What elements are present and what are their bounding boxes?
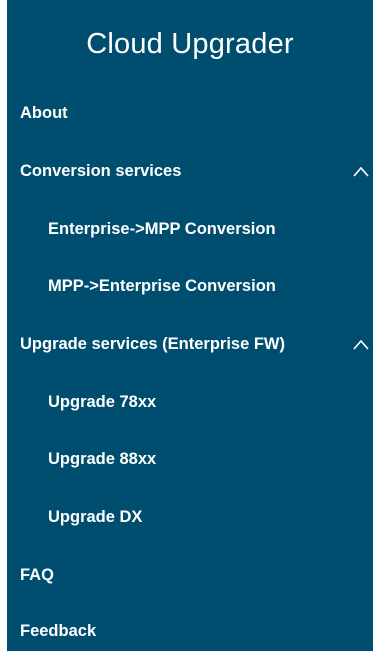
sidebar-item-enterprise-to-mpp[interactable]: Enterprise->MPP Conversion	[7, 207, 373, 251]
sidebar-item-upgrade-services[interactable]: Upgrade services (Enterprise FW)	[7, 322, 373, 366]
sidebar-item-label: Upgrade 78xx	[48, 392, 157, 411]
sidebar-item-upgrade-dx[interactable]: Upgrade DX	[7, 495, 373, 539]
sidebar-item-conversion-services[interactable]: Conversion services	[7, 149, 373, 193]
chevron-up-icon[interactable]	[352, 336, 370, 354]
sidebar-item-label: Enterprise->MPP Conversion	[48, 219, 276, 238]
sidebar-item-label: Upgrade services (Enterprise FW)	[20, 334, 285, 353]
sidebar-item-feedback[interactable]: Feedback	[7, 609, 373, 653]
sidebar-item-label: Upgrade 88xx	[48, 449, 157, 468]
app-title: Cloud Upgrader	[86, 28, 294, 60]
sidebar-item-mpp-to-enterprise[interactable]: MPP->Enterprise Conversion	[7, 264, 373, 308]
sidebar-item-label: Feedback	[20, 621, 97, 640]
sidebar-item-upgrade-78xx[interactable]: Upgrade 78xx	[7, 380, 373, 424]
sidebar-item-label: About	[20, 103, 68, 122]
sidebar-item-label: Conversion services	[20, 161, 182, 180]
sidebar-item-label: FAQ	[20, 565, 54, 584]
sidebar-item-label: Upgrade DX	[48, 507, 143, 526]
sidebar-item-upgrade-88xx[interactable]: Upgrade 88xx	[7, 437, 373, 481]
chevron-up-icon[interactable]	[352, 163, 370, 181]
sidebar-nav: Cloud Upgrader About Conversion services…	[7, 0, 373, 651]
sidebar-item-label: MPP->Enterprise Conversion	[48, 276, 276, 295]
sidebar-item-about[interactable]: About	[7, 91, 373, 135]
sidebar-item-faq[interactable]: FAQ	[7, 553, 373, 597]
